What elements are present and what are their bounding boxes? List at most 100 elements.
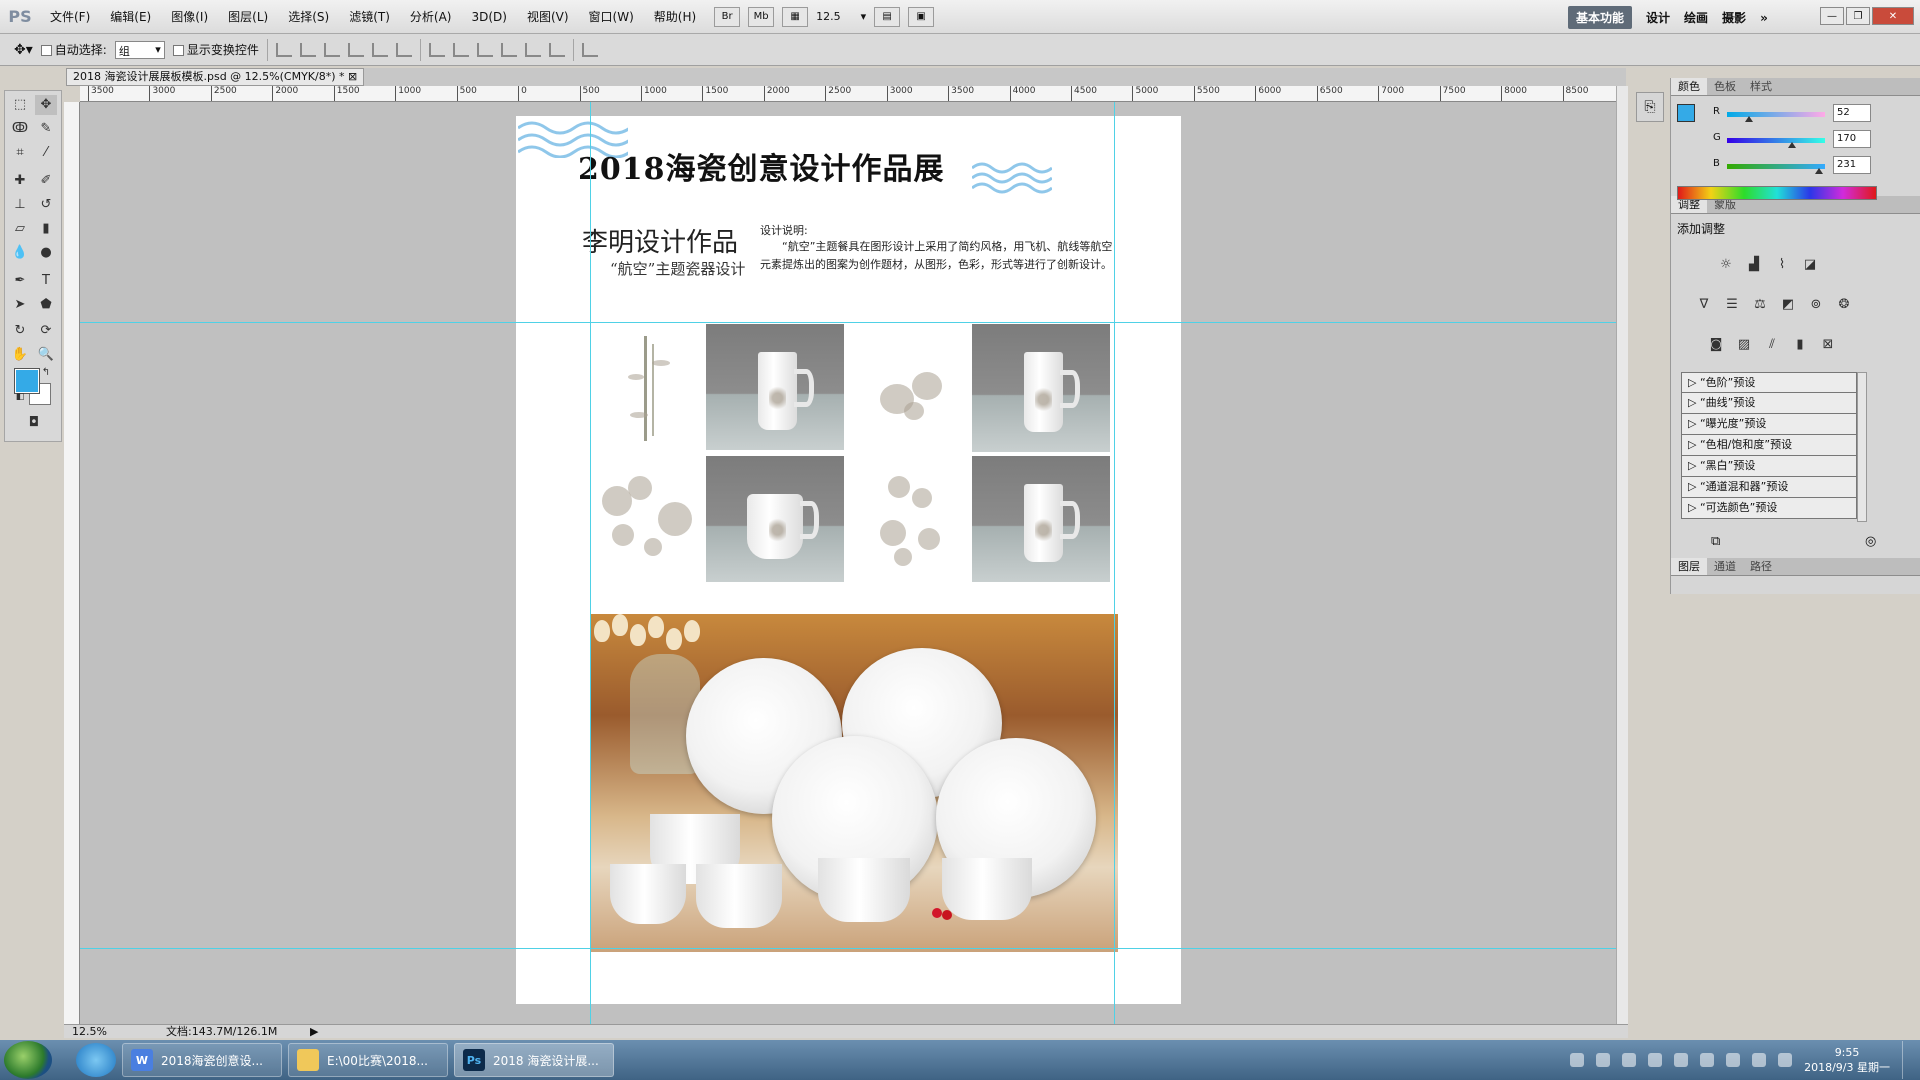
- curves-icon[interactable]: ⌇: [1771, 254, 1793, 274]
- blue-value-input[interactable]: 231: [1833, 156, 1871, 174]
- workspace-design[interactable]: 设计: [1646, 9, 1670, 26]
- quick-select-tool-icon[interactable]: ✎: [35, 119, 57, 139]
- distribute-vcenter-icon[interactable]: [452, 42, 469, 57]
- channel-mixer-icon[interactable]: ❂: [1833, 294, 1855, 314]
- tab-styles[interactable]: 样式: [1743, 78, 1779, 95]
- preset-exposure[interactable]: ▷ “曝光度”预设: [1681, 414, 1857, 435]
- menu-image[interactable]: 图像(I): [161, 0, 218, 34]
- start-button[interactable]: [4, 1041, 52, 1079]
- menu-analysis[interactable]: 分析(A): [400, 0, 462, 34]
- auto-select-checkbox[interactable]: 自动选择:: [40, 41, 107, 58]
- hp-icon[interactable]: [1726, 1053, 1741, 1067]
- history-panel-icon[interactable]: ⎘: [1637, 93, 1663, 121]
- photo-filter-icon[interactable]: ⊚: [1805, 294, 1827, 314]
- tab-color[interactable]: 颜色: [1671, 78, 1707, 95]
- align-right-icon[interactable]: [395, 42, 412, 57]
- posterize-icon[interactable]: ▨: [1733, 334, 1755, 354]
- volume-icon[interactable]: [1752, 1053, 1767, 1067]
- align-bottom-icon[interactable]: [323, 42, 340, 57]
- restore-icon[interactable]: ❐: [1846, 7, 1870, 25]
- threshold-icon[interactable]: ⫽: [1761, 334, 1783, 354]
- minimize-icon[interactable]: —: [1820, 7, 1844, 25]
- green-thumb[interactable]: [1788, 142, 1796, 148]
- move-tool-icon[interactable]: ✥: [35, 95, 57, 115]
- menu-filter[interactable]: 滤镜(T): [339, 0, 400, 34]
- levels-icon[interactable]: ▟: [1743, 254, 1765, 274]
- red-thumb[interactable]: [1745, 116, 1753, 122]
- guide-vertical[interactable]: [590, 102, 591, 1024]
- preset-channel-mixer[interactable]: ▷ “通道混和器”预设: [1681, 477, 1857, 498]
- ie-browser-icon[interactable]: [76, 1043, 116, 1077]
- distribute-left-icon[interactable]: [500, 42, 517, 57]
- preset-hue-saturation[interactable]: ▷ “色相/饱和度”预设: [1681, 435, 1857, 456]
- red-slider[interactable]: R 52: [1671, 100, 1920, 126]
- black-white-icon[interactable]: ◩: [1777, 294, 1799, 314]
- keyboard-icon[interactable]: [1570, 1053, 1585, 1067]
- menu-3d[interactable]: 3D(D): [461, 0, 516, 34]
- color-spectrum-bar[interactable]: [1677, 186, 1877, 200]
- lasso-tool-icon[interactable]: ↂ: [9, 119, 31, 139]
- guide-horizontal[interactable]: [80, 948, 1616, 949]
- status-zoom[interactable]: 12.5%: [72, 1025, 107, 1038]
- type-tool-icon[interactable]: T: [35, 271, 57, 291]
- exposure-icon[interactable]: ◪: [1799, 254, 1821, 274]
- red-track[interactable]: [1727, 112, 1825, 117]
- dodge-tool-icon[interactable]: ●: [35, 243, 57, 263]
- shape-tool-icon[interactable]: ⬟: [35, 295, 57, 315]
- 3d-rotate-tool-icon[interactable]: ↻: [9, 321, 31, 341]
- task-photoshop[interactable]: Ps 2018 海瓷设计展...: [454, 1043, 614, 1077]
- preset-curves[interactable]: ▷ “曲线”预设: [1681, 393, 1857, 414]
- document-tab[interactable]: 2018 海瓷设计展展板模板.psd @ 12.5%(CMYK/8*) * ⊠: [66, 68, 365, 86]
- display-icon[interactable]: [1778, 1053, 1793, 1067]
- workspace-painting[interactable]: 绘画: [1684, 9, 1708, 26]
- auto-align-icon[interactable]: [581, 42, 598, 57]
- gradient-tool-icon[interactable]: ▮: [35, 219, 57, 239]
- document-canvas[interactable]: 2018海瓷创意设计作品展 李明设计作品 “航空”主题瓷器设计 设计说明: “航…: [516, 116, 1181, 1004]
- marquee-tool-icon[interactable]: ⬚: [9, 95, 31, 115]
- green-value-input[interactable]: 170: [1833, 130, 1871, 148]
- show-transform-checkbox[interactable]: 显示变换控件: [172, 41, 259, 58]
- distribute-bottom-icon[interactable]: [476, 42, 493, 57]
- view-extras-icon[interactable]: ▦: [782, 6, 809, 27]
- menu-view[interactable]: 视图(V): [517, 0, 579, 34]
- close-tab-icon[interactable]: ⊠: [348, 70, 357, 83]
- history-brush-tool-icon[interactable]: ↺: [35, 195, 57, 215]
- menu-help[interactable]: 帮助(H): [644, 0, 706, 34]
- invert-icon[interactable]: ◙: [1705, 334, 1727, 354]
- blur-tool-icon[interactable]: 💧: [9, 243, 31, 263]
- tab-swatches[interactable]: 色板: [1707, 78, 1743, 95]
- default-colors-icon[interactable]: ◧: [9, 387, 31, 407]
- arrange-documents-icon[interactable]: ▤: [874, 6, 901, 27]
- blue-slider[interactable]: B 231: [1671, 152, 1920, 178]
- tab-paths[interactable]: 路径: [1743, 558, 1779, 575]
- pen-tool-icon[interactable]: ✒: [9, 271, 31, 291]
- red-value-input[interactable]: 52: [1833, 104, 1871, 122]
- eraser-tool-icon[interactable]: ▱: [9, 219, 31, 239]
- healing-brush-tool-icon[interactable]: ✚: [9, 171, 31, 191]
- cloud-icon[interactable]: [1674, 1053, 1689, 1067]
- align-top-icon[interactable]: [275, 42, 292, 57]
- workspace-essentials[interactable]: 基本功能: [1568, 6, 1633, 29]
- task-wps-document[interactable]: W 2018海瓷创意设...: [122, 1043, 282, 1077]
- presets-scrollbar[interactable]: [1857, 372, 1867, 522]
- workspace-photography[interactable]: 摄影: [1722, 9, 1746, 26]
- align-hcenter-icon[interactable]: [371, 42, 388, 57]
- menu-file[interactable]: 文件(F): [40, 0, 100, 34]
- hue-saturation-icon[interactable]: ☰: [1721, 294, 1743, 314]
- usb-icon[interactable]: [1596, 1053, 1611, 1067]
- vertical-scrollbar[interactable]: [1616, 86, 1628, 1024]
- move-tool-icon[interactable]: ✥▾: [14, 42, 33, 58]
- align-vcenter-icon[interactable]: [299, 42, 316, 57]
- tab-channels[interactable]: 通道: [1707, 558, 1743, 575]
- status-menu-icon[interactable]: ▶: [310, 1025, 318, 1038]
- clip-to-layer-icon[interactable]: ⧉: [1711, 534, 1720, 549]
- network-icon[interactable]: [1648, 1053, 1663, 1067]
- menu-edit[interactable]: 编辑(E): [100, 0, 161, 34]
- menu-window[interactable]: 窗口(W): [579, 0, 644, 34]
- preset-selective-color[interactable]: ▷ “可选颜色”预设: [1681, 498, 1857, 519]
- brightness-icon[interactable]: ☼: [1715, 254, 1737, 274]
- blue-track[interactable]: [1727, 164, 1825, 169]
- 3d-orbit-tool-icon[interactable]: ⟳: [35, 321, 57, 341]
- screen-mode-icon[interactable]: ▣: [908, 6, 935, 27]
- zoom-level-select[interactable]: 12.5 ▾: [816, 10, 866, 23]
